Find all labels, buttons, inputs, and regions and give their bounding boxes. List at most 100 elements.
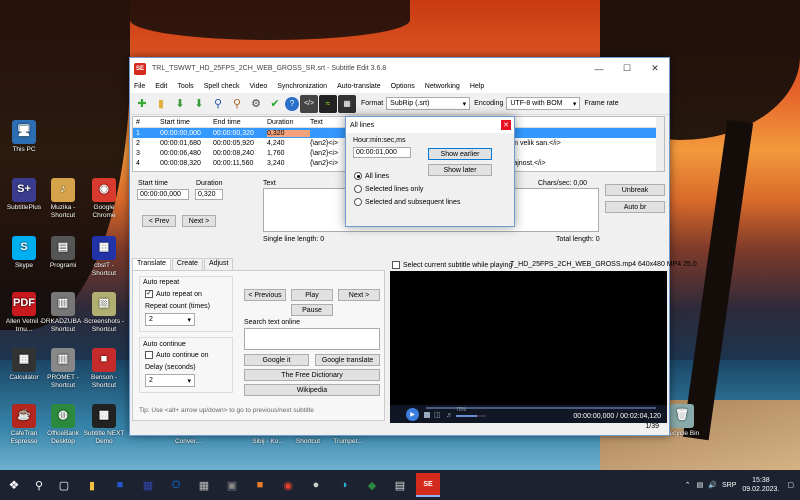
task-view-icon[interactable]: ▢: [52, 473, 76, 497]
app-icon-dark[interactable]: ▦: [136, 473, 160, 497]
tab-create[interactable]: Create: [171, 258, 203, 270]
menu-edit[interactable]: Edit: [155, 83, 167, 90]
search-text-input[interactable]: [244, 328, 380, 350]
video-icon[interactable]: ▦: [338, 94, 356, 113]
format-select[interactable]: SubRip (.srt) ▾: [386, 97, 471, 110]
replace-icon[interactable]: ⚲: [228, 95, 246, 113]
app-icon-orange[interactable]: ■: [248, 473, 272, 497]
play-button[interactable]: Play: [291, 289, 333, 301]
menu-synchronization[interactable]: Synchronization: [277, 83, 327, 90]
desktop-icon-14[interactable]: ◍ OfficeBank Desktop: [41, 404, 85, 445]
fullscreen-icon[interactable]: ◫: [434, 411, 441, 419]
desktop-icon-7[interactable]: PDF Allen Vetnil - trnu...: [2, 292, 46, 333]
time-offset-input[interactable]: 00:00:01,000: [353, 147, 411, 158]
source-view-icon[interactable]: </>: [300, 94, 318, 113]
tab-adjust[interactable]: Adjust: [203, 258, 234, 270]
play-icon[interactable]: ▶: [406, 408, 419, 421]
new-file-icon[interactable]: ✚: [133, 95, 151, 113]
app-icon-green[interactable]: ◆: [360, 473, 384, 497]
notifications-icon[interactable]: ▢: [787, 481, 794, 489]
col-end-time[interactable]: End time: [213, 119, 267, 126]
video-player[interactable]: ▶ ◫ ♬ 70% 00:00:00,000 / 00:02:04,120: [390, 271, 667, 423]
desktop-icon-5[interactable]: ▤ Programi: [41, 236, 85, 270]
desktop-icon-0[interactable]: 🖥 This PC: [2, 120, 46, 154]
close-icon[interactable]: ✕: [501, 120, 511, 130]
save-as-icon[interactable]: ⬇: [190, 95, 208, 113]
search-icon[interactable]: ⚲: [30, 473, 48, 497]
tab-translate[interactable]: Translate: [132, 258, 171, 270]
edge-icon[interactable]: ◑: [332, 473, 356, 497]
help-icon[interactable]: ?: [285, 96, 299, 111]
next-sub-button[interactable]: Next >: [338, 289, 380, 301]
desktop-icon-13[interactable]: ☕ CafeTran Espresso: [2, 404, 46, 445]
prev-button[interactable]: < Prev: [142, 215, 176, 227]
select-current-subtitle-checkbox[interactable]: Select current subtitle while playing: [392, 261, 512, 269]
wikipedia-button[interactable]: Wikipedia: [244, 384, 380, 396]
desktop-icon-6[interactable]: ▦ cbstT - Shortcut: [82, 236, 126, 277]
file-explorer-icon[interactable]: ▮: [80, 473, 104, 497]
desktop-icon-12[interactable]: ■ Benson - Shortcut: [82, 348, 126, 389]
previous-button[interactable]: < Previous: [244, 289, 286, 301]
grid-scrollbar[interactable]: [656, 117, 664, 171]
waveform-icon[interactable]: ≈: [319, 94, 337, 113]
spell-check-icon[interactable]: ✔: [266, 95, 284, 113]
col-start-time[interactable]: Start time: [160, 119, 213, 126]
volume-slider[interactable]: [456, 415, 486, 417]
maximize-button[interactable]: ☐: [613, 58, 641, 79]
menu-video[interactable]: Video: [249, 83, 267, 90]
menu-spell-check[interactable]: Spell check: [204, 83, 240, 90]
menu-file[interactable]: File: [134, 83, 145, 90]
radio-selected-lines-only[interactable]: Selected lines only: [354, 185, 423, 193]
chevron-up-icon[interactable]: ⌃: [685, 481, 691, 489]
show-earlier-button[interactable]: Show earlier: [428, 148, 492, 160]
menu-tools[interactable]: Tools: [177, 83, 193, 90]
app-icon-photo[interactable]: ▣: [220, 473, 244, 497]
calculator-icon[interactable]: ▦: [192, 473, 216, 497]
pause-button[interactable]: Pause: [291, 304, 333, 316]
windows-start-icon[interactable]: ❖: [2, 473, 26, 497]
repeat-count-select[interactable]: 2 ▾: [145, 313, 195, 326]
minimize-button[interactable]: —: [585, 58, 613, 79]
desktop-icon-4[interactable]: S Skype: [2, 236, 46, 270]
menu-networking[interactable]: Networking: [425, 83, 460, 90]
speaker-icon[interactable]: 🔊: [708, 481, 717, 489]
duration-input[interactable]: 0,320: [195, 189, 223, 200]
encoding-select[interactable]: UTF-8 with BOM ▾: [506, 97, 581, 110]
find-icon[interactable]: ⚲: [209, 95, 227, 113]
save-icon[interactable]: ⬇: [171, 95, 189, 113]
stop-icon[interactable]: [424, 412, 430, 418]
radio-all-lines[interactable]: All lines: [354, 172, 389, 180]
auto-repeat-on-checkbox[interactable]: ✓ Auto repeat on: [145, 290, 202, 298]
col-duration[interactable]: Duration: [267, 119, 310, 126]
free-dictionary-button[interactable]: The Free Dictionary: [244, 369, 380, 381]
desktop-icon-9[interactable]: ▧ Screenshots - Shortcut: [82, 292, 126, 333]
visual-sync-icon[interactable]: ⚙: [247, 95, 265, 113]
outlook-icon[interactable]: O: [164, 473, 188, 497]
auto-continue-on-checkbox[interactable]: Auto continue on: [145, 351, 209, 359]
google-translate-button[interactable]: Google translate: [315, 354, 380, 366]
unbreak-button[interactable]: Unbreak: [605, 184, 665, 196]
menu-auto-translate[interactable]: Auto-translate: [337, 83, 381, 90]
clock[interactable]: 15:38 09.02.2023.: [742, 476, 779, 494]
app-icon-grey[interactable]: ●: [304, 473, 328, 497]
radio-selected-and-subsequent[interactable]: Selected and subsequent lines: [354, 198, 460, 206]
menu-help[interactable]: Help: [470, 83, 484, 90]
close-window-button[interactable]: ✕: [641, 58, 669, 79]
desktop-icon-2[interactable]: ♪ Muzika - Shortcut: [41, 178, 85, 219]
desktop-icon-10[interactable]: ▦ Calculator: [2, 348, 46, 382]
mute-icon[interactable]: ♬: [446, 412, 453, 419]
app-icon-blue[interactable]: ■: [108, 473, 132, 497]
network-icon[interactable]: ▤: [697, 481, 704, 489]
menu-options[interactable]: Options: [391, 83, 415, 90]
desktop-icon-15[interactable]: ▩ Subtitle NEXT Demo: [82, 404, 126, 445]
auto-br-button[interactable]: Auto br: [605, 201, 665, 213]
desktop-icon-11[interactable]: ▥ PROMET - Shortcut: [41, 348, 85, 389]
chrome-icon[interactable]: ◉: [276, 473, 300, 497]
col-number[interactable]: #: [133, 119, 160, 126]
delay-select[interactable]: 2 ▾: [145, 374, 195, 387]
desktop-icon-1[interactable]: S+ SubtitlePlus: [2, 178, 46, 212]
desktop-icon-3[interactable]: ◉ Google Chrome: [82, 178, 126, 219]
app-icon-doc[interactable]: ▤: [388, 473, 412, 497]
show-later-button[interactable]: Show later: [428, 164, 492, 176]
subtitle-edit-taskbar-icon[interactable]: SE: [416, 473, 440, 497]
